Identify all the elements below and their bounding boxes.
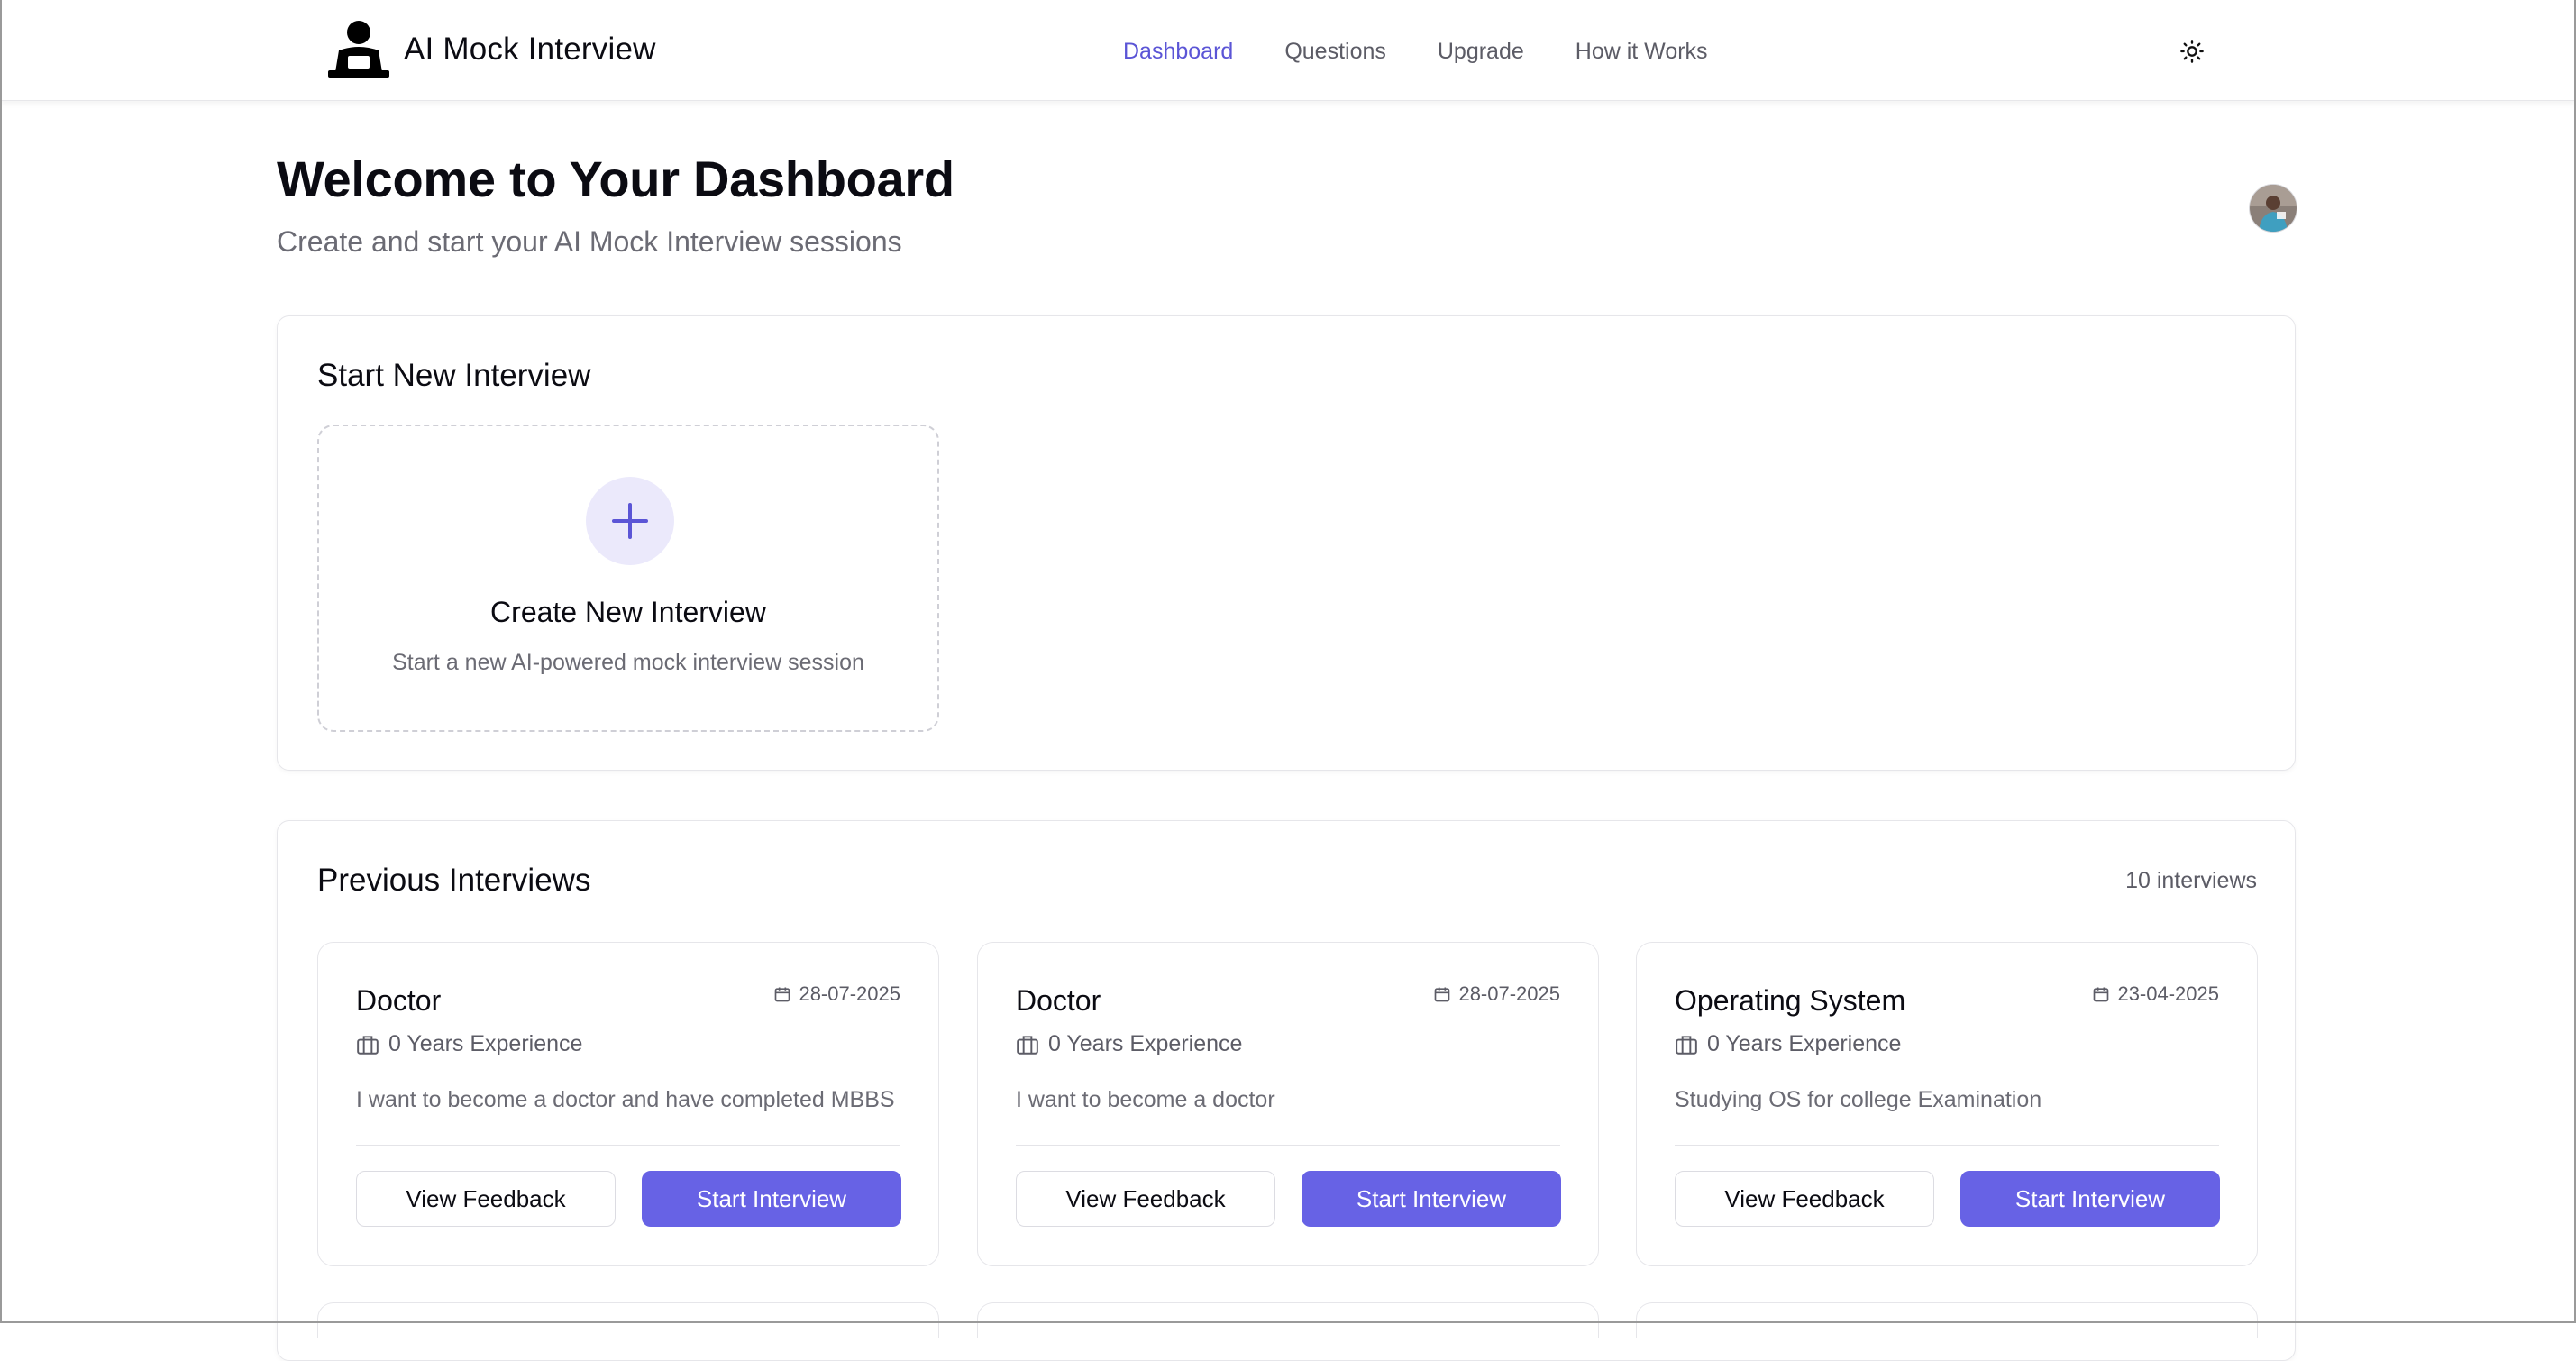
previous-interviews-panel: Previous Interviews 10 interviews Doctor… (277, 820, 2296, 1361)
user-avatar[interactable] (2250, 185, 2297, 232)
interview-card-partial[interactable] (317, 1302, 939, 1338)
top-navbar: AI Mock Interview Dashboard Questions Up… (0, 0, 2576, 101)
interview-card: Operating System 23-04-2025 0 Years Expe… (1636, 942, 2258, 1266)
interview-card: Doctor 28-07-2025 0 Years Experience I w… (317, 942, 939, 1266)
briefcase-icon (357, 1035, 379, 1055)
interview-experience-text: 0 Years Experience (1707, 1031, 1902, 1056)
view-feedback-button[interactable]: View Feedback (1016, 1171, 1275, 1227)
create-new-interview-title: Create New Interview (490, 596, 766, 628)
interview-card-partial[interactable] (1636, 1302, 2258, 1338)
view-feedback-button[interactable]: View Feedback (1675, 1171, 1934, 1227)
previous-interviews-heading: Previous Interviews (317, 863, 591, 898)
plus-icon (612, 503, 648, 539)
brand-name: AI Mock Interview (404, 32, 656, 67)
interview-role: Doctor (1016, 984, 1101, 1017)
briefcase-icon (1017, 1035, 1038, 1055)
interview-card-partial[interactable] (977, 1302, 1599, 1338)
interview-description: I want to become a doctor and have compl… (356, 1087, 895, 1112)
nav-dashboard[interactable]: Dashboard (1123, 39, 1233, 65)
nav-how-it-works[interactable]: How it Works (1576, 39, 1708, 65)
card-divider (356, 1145, 900, 1146)
interview-experience: 0 Years Experience (1675, 1031, 1901, 1057)
calendar-icon (2094, 987, 2109, 1002)
nav-upgrade[interactable]: Upgrade (1438, 39, 1524, 65)
page-subtitle: Create and start your AI Mock Interview … (277, 225, 902, 258)
interviewer-logo-icon (328, 21, 389, 78)
interview-experience-text: 0 Years Experience (388, 1031, 583, 1056)
interview-role: Operating System (1675, 984, 1906, 1017)
interview-experience-text: 0 Years Experience (1048, 1031, 1243, 1056)
briefcase-icon (1676, 1035, 1697, 1055)
interview-experience: 0 Years Experience (1016, 1031, 1242, 1057)
avatar-photo-icon (2250, 185, 2297, 232)
start-new-interview-panel: Start New Interview Create New Interview… (277, 315, 2296, 771)
sun-icon (2180, 40, 2204, 63)
card-divider (1675, 1145, 2219, 1146)
interview-role: Doctor (356, 984, 442, 1017)
interview-date: 28-07-2025 (1433, 982, 1560, 1006)
interview-date: 23-04-2025 (2092, 982, 2219, 1006)
calendar-icon (1435, 987, 1450, 1002)
interview-date-text: 23-04-2025 (2117, 982, 2219, 1005)
interview-description: I want to become a doctor (1016, 1087, 1275, 1112)
interview-date-text: 28-07-2025 (799, 982, 900, 1005)
theme-toggle-button[interactable] (2175, 34, 2209, 69)
start-new-interview-heading: Start New Interview (317, 358, 591, 393)
create-new-interview-card[interactable]: Create New Interview Start a new AI-powe… (317, 425, 939, 732)
card-divider (1016, 1145, 1560, 1146)
create-new-interview-description: Start a new AI-powered mock interview se… (392, 650, 864, 675)
start-interview-button[interactable]: Start Interview (1302, 1171, 1561, 1227)
interview-description: Studying OS for college Examination (1675, 1087, 2042, 1112)
plus-circle (586, 477, 674, 565)
interview-date: 28-07-2025 (773, 982, 900, 1006)
brand-home-link[interactable]: AI Mock Interview (326, 20, 656, 79)
nav-questions[interactable]: Questions (1284, 39, 1386, 65)
interview-date-text: 28-07-2025 (1458, 982, 1560, 1005)
calendar-icon (775, 987, 790, 1002)
page-title: Welcome to Your Dashboard (277, 151, 955, 207)
start-interview-button[interactable]: Start Interview (1960, 1171, 2220, 1227)
start-interview-button[interactable]: Start Interview (642, 1171, 901, 1227)
interview-count: 10 interviews (2125, 868, 2257, 893)
view-feedback-button[interactable]: View Feedback (356, 1171, 616, 1227)
main-nav: Dashboard Questions Upgrade How it Works (1123, 31, 1708, 72)
interview-experience: 0 Years Experience (356, 1031, 582, 1057)
interview-card: Doctor 28-07-2025 0 Years Experience I w… (977, 942, 1599, 1266)
